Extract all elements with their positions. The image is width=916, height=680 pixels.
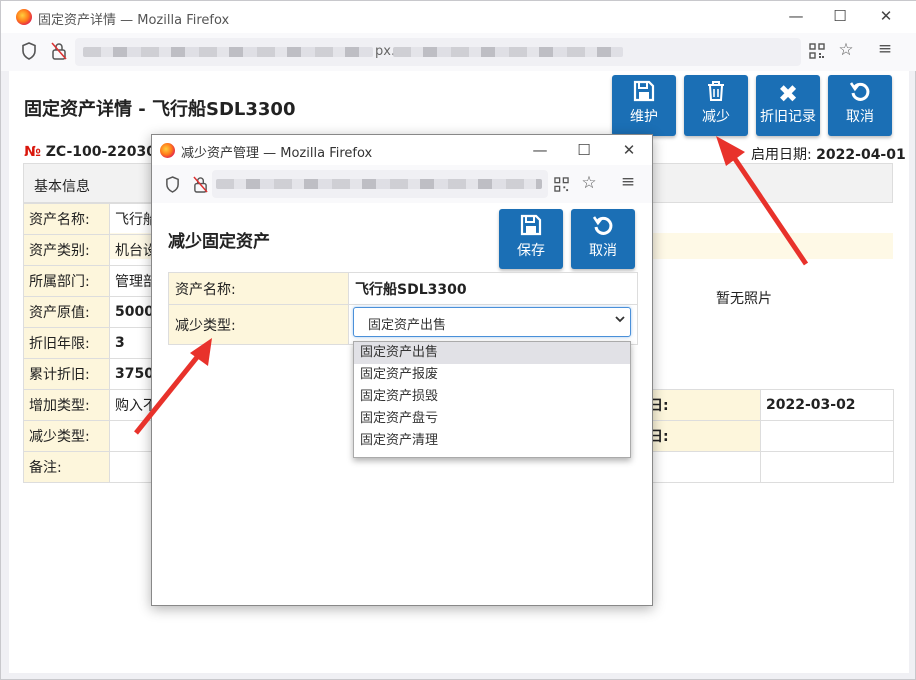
arrow-to-reduce-button <box>730 154 809 266</box>
arrow-to-reduce-button-head <box>716 136 745 166</box>
annotation-arrows <box>134 136 809 435</box>
arrow-to-reduce-type <box>134 349 204 435</box>
